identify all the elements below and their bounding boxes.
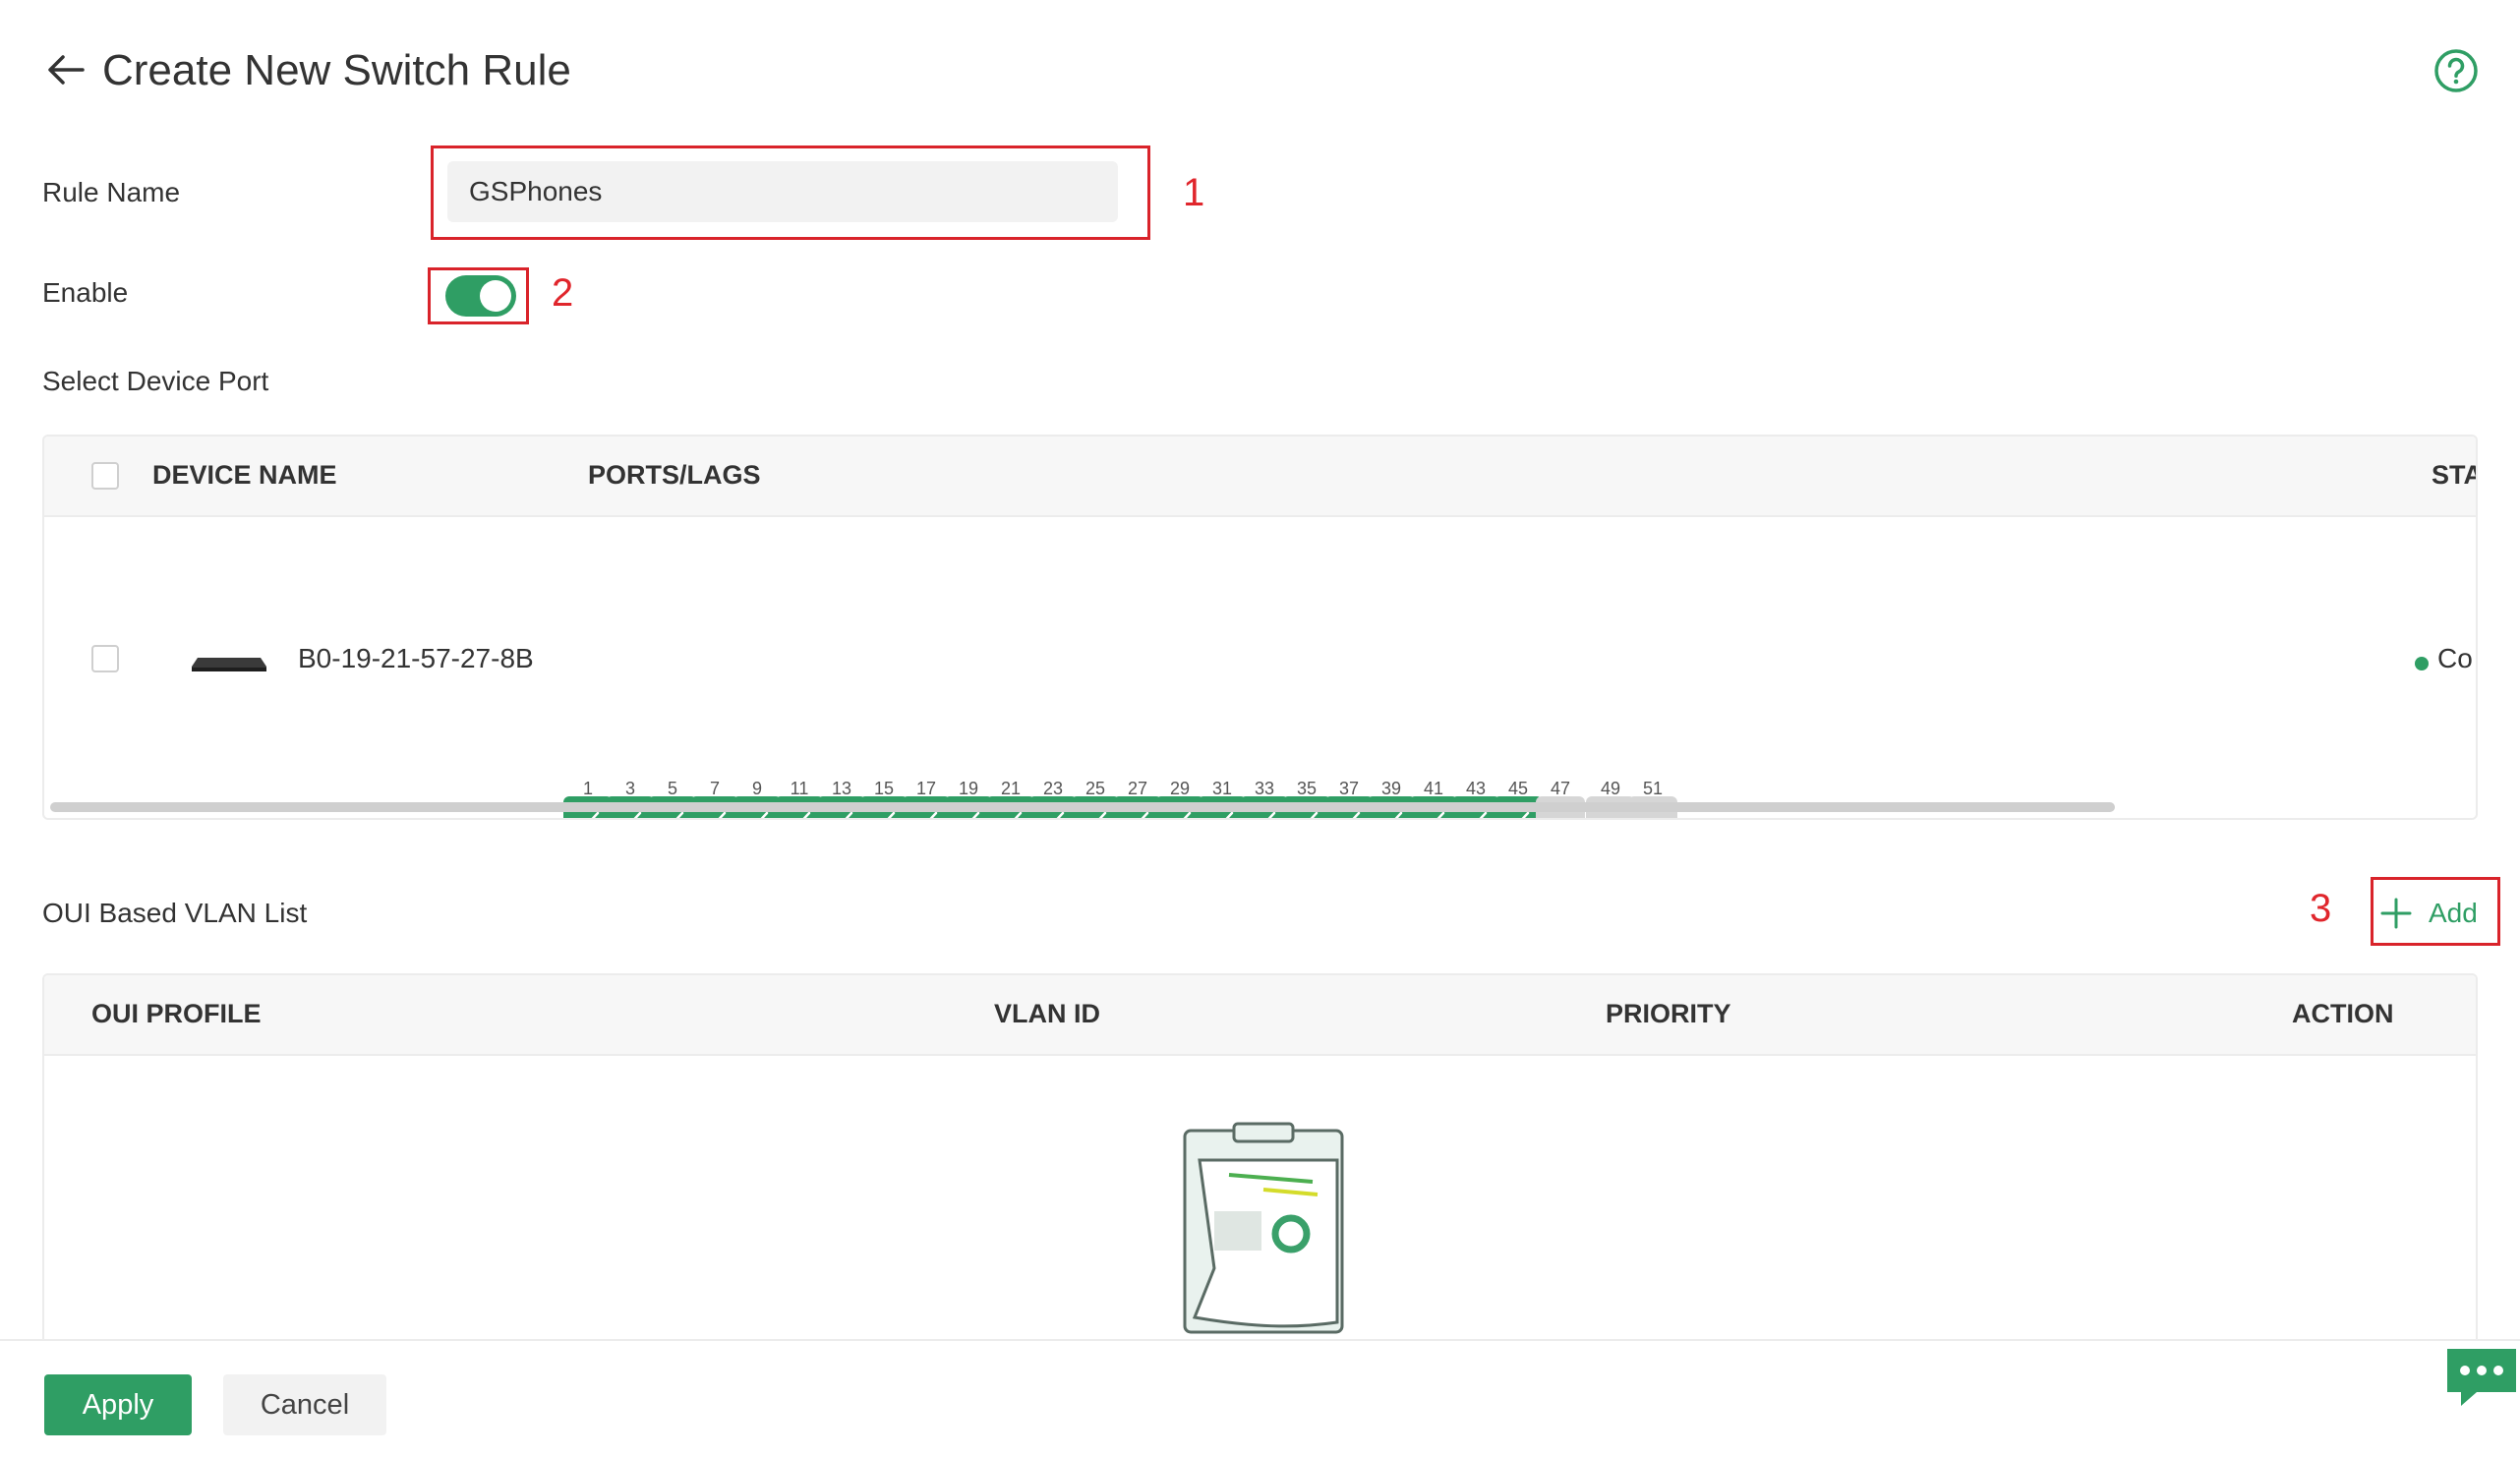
column-priority: PRIORITY bbox=[1606, 999, 1731, 1028]
add-button[interactable]: Add bbox=[2429, 898, 2478, 929]
back-arrow-icon[interactable] bbox=[43, 47, 88, 92]
device-port-table: DEVICE NAME PORTS/LAGS STAT B0-19-21-57-… bbox=[42, 435, 2478, 820]
status-dot bbox=[2415, 657, 2429, 670]
row-checkbox[interactable] bbox=[91, 645, 119, 672]
select-all-checkbox[interactable] bbox=[91, 462, 119, 490]
table-header: DEVICE NAME PORTS/LAGS STAT bbox=[44, 437, 2476, 517]
column-vlan-id: VLAN ID bbox=[994, 999, 1100, 1028]
column-device-name: DEVICE NAME bbox=[152, 460, 337, 490]
annotation-number-2: 2 bbox=[552, 271, 574, 315]
help-icon[interactable] bbox=[2432, 47, 2480, 94]
apply-button[interactable]: Apply bbox=[44, 1374, 192, 1435]
annotation-number-3: 3 bbox=[2310, 887, 2332, 930]
cancel-button[interactable]: Cancel bbox=[223, 1374, 386, 1435]
page-title: Create New Switch Rule bbox=[102, 46, 571, 94]
chat-icon[interactable] bbox=[2443, 1345, 2520, 1410]
annotation-number-1: 1 bbox=[1183, 171, 1205, 214]
table-header: OUI PROFILE VLAN ID PRIORITY ACTION bbox=[44, 975, 2476, 1056]
status-text: Co bbox=[2437, 643, 2473, 673]
enable-label: Enable bbox=[42, 277, 129, 308]
plus-icon[interactable] bbox=[2379, 897, 2413, 933]
column-ports-lags: PORTS/LAGS bbox=[588, 460, 761, 490]
column-status: STAT bbox=[2432, 460, 2476, 490]
horizontal-scrollbar[interactable] bbox=[50, 802, 2115, 812]
switch-device-icon bbox=[192, 658, 266, 671]
device-name: B0-19-21-57-27-8B bbox=[298, 643, 534, 673]
oui-vlan-list-title: OUI Based VLAN List bbox=[42, 898, 308, 928]
column-oui-profile: OUI PROFILE bbox=[91, 999, 262, 1028]
enable-toggle[interactable] bbox=[445, 275, 516, 317]
empty-clipboard-icon bbox=[1183, 1122, 1344, 1334]
column-action: ACTION bbox=[2292, 999, 2394, 1028]
rule-name-label: Rule Name bbox=[42, 177, 181, 207]
toggle-knob bbox=[480, 280, 511, 312]
select-device-port-label: Select Device Port bbox=[42, 366, 269, 396]
rule-name-input[interactable] bbox=[447, 161, 1118, 222]
